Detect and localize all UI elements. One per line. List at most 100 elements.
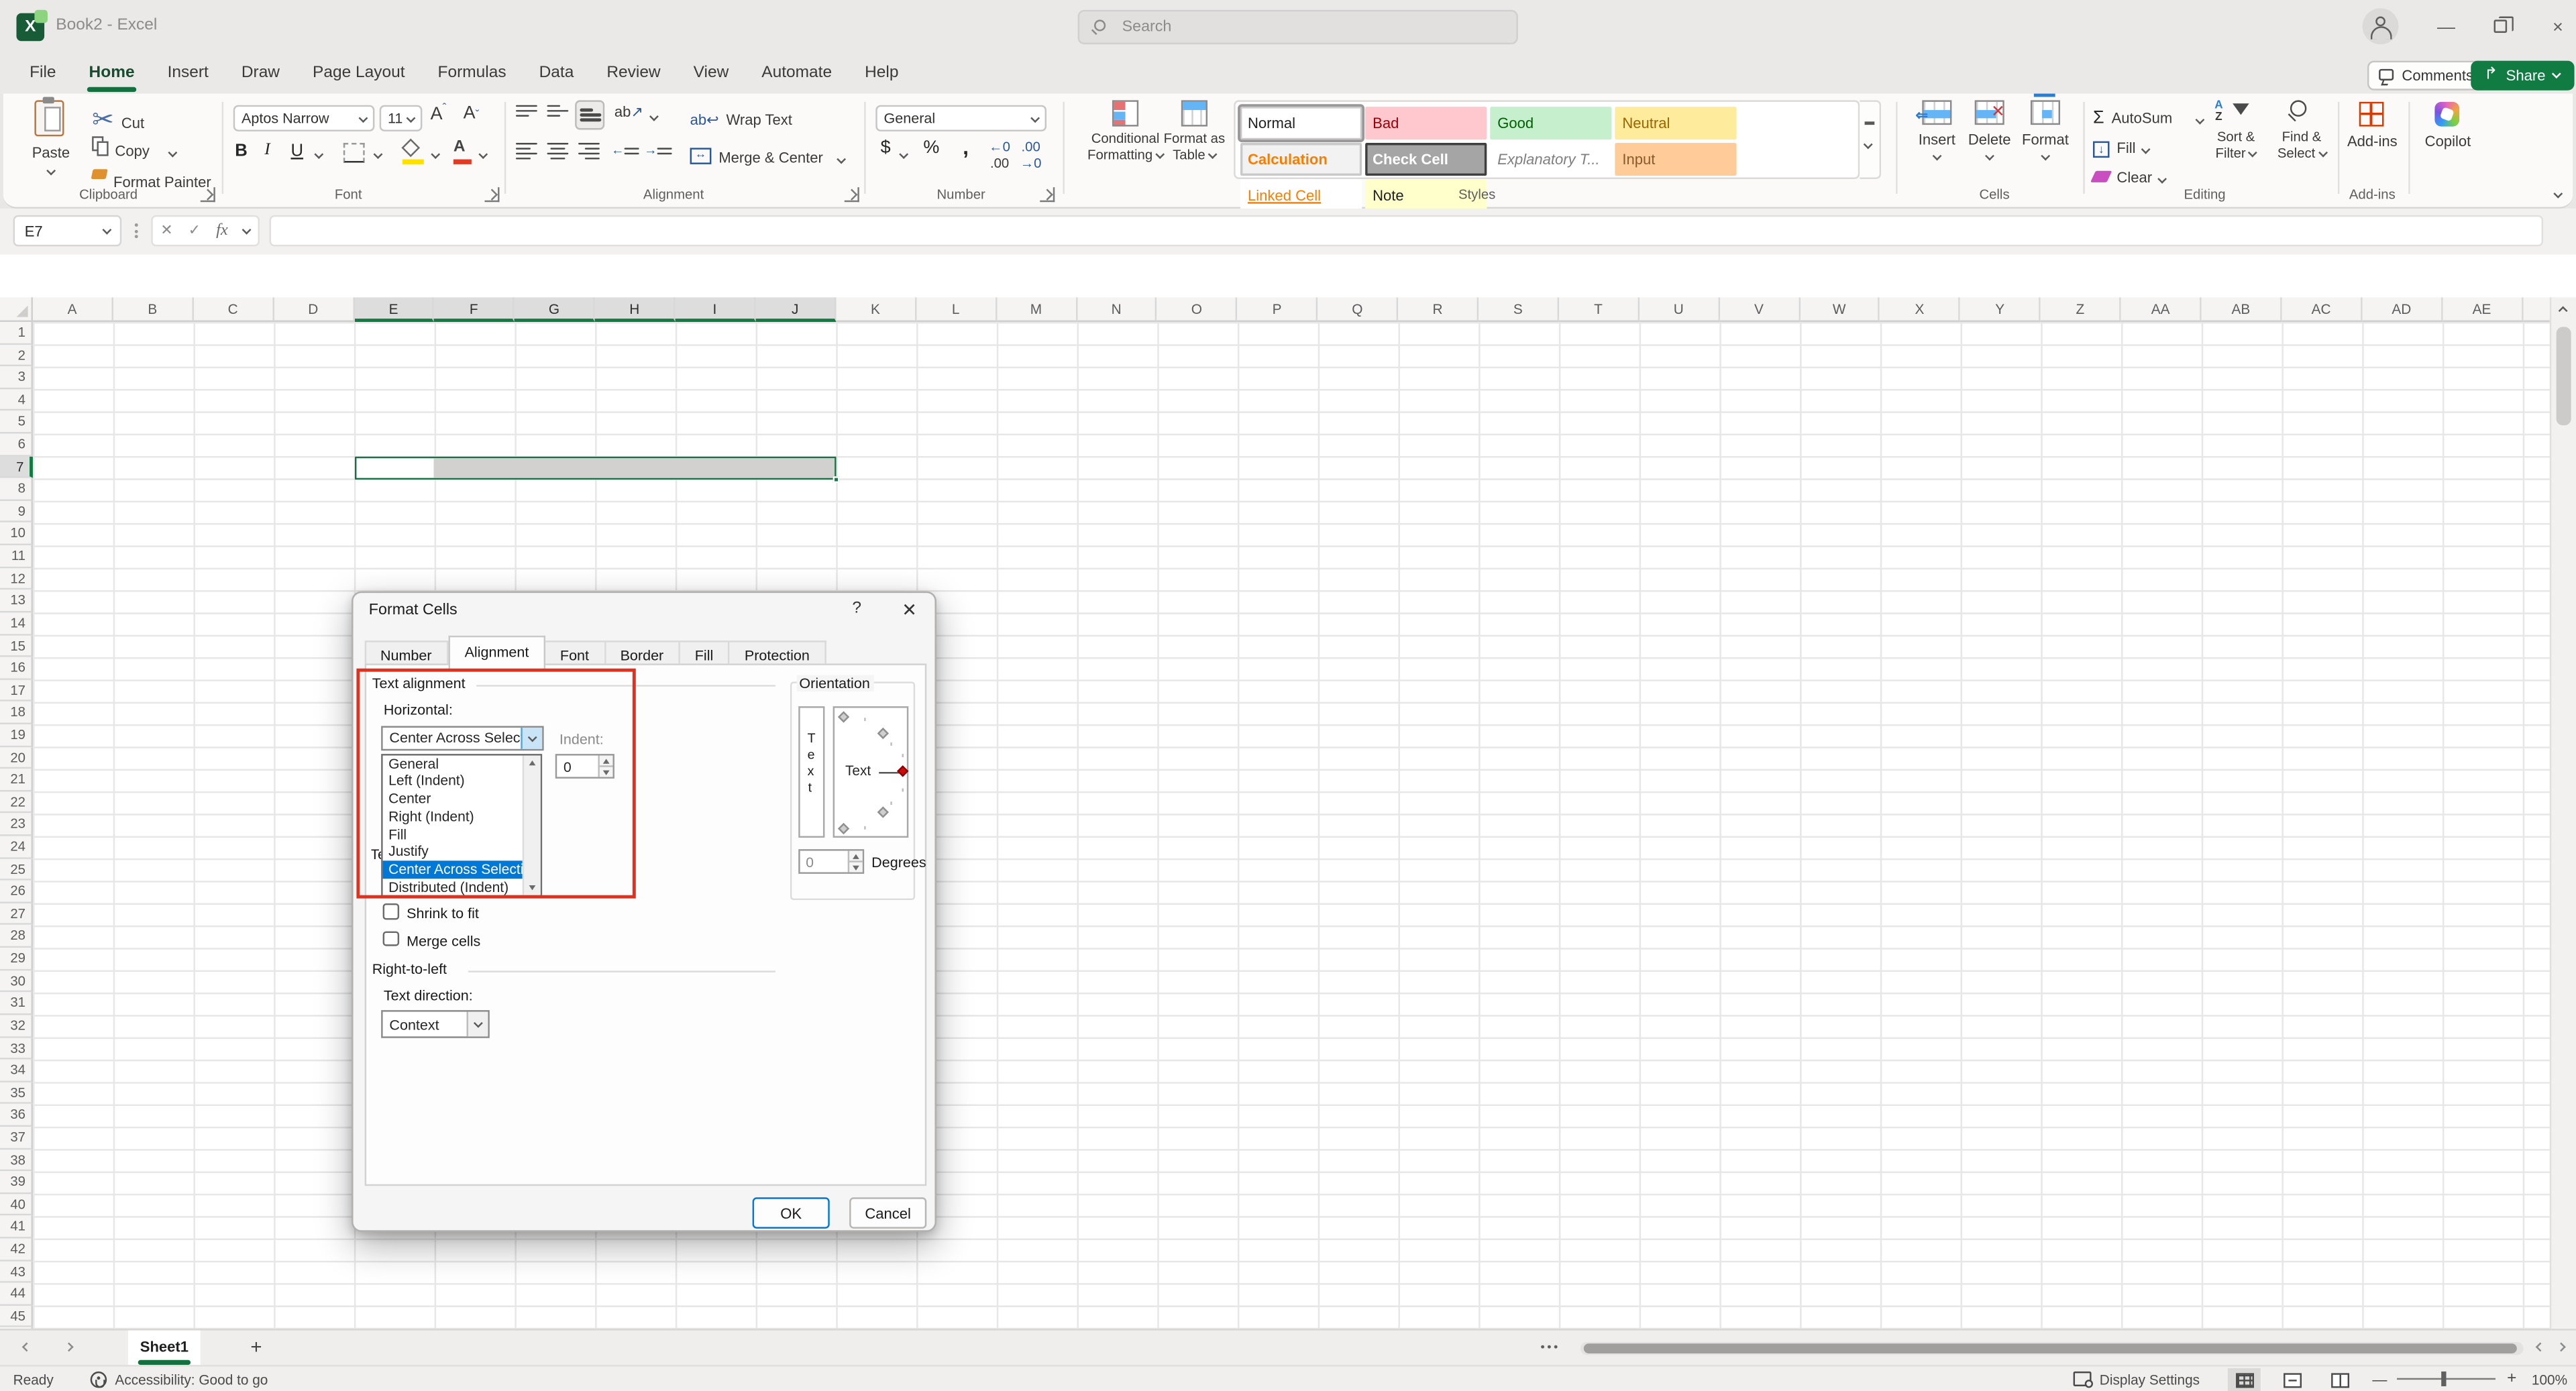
accounting-format-button[interactable]: $ bbox=[881, 138, 891, 158]
ribbon-tab-insert[interactable]: Insert bbox=[151, 56, 225, 93]
ribbon-tab-help[interactable]: Help bbox=[849, 56, 915, 93]
row-header-4[interactable]: 4 bbox=[0, 389, 33, 411]
formula-bar-splitter[interactable] bbox=[135, 223, 138, 238]
dropdown-option-general[interactable]: General bbox=[383, 755, 523, 772]
fill-color-chevron-icon[interactable] bbox=[431, 150, 441, 160]
column-header-T[interactable]: T bbox=[1559, 297, 1640, 322]
row-header-28[interactable]: 28 bbox=[0, 926, 33, 948]
zoom-out-button[interactable]: — bbox=[2372, 1372, 2387, 1388]
dial-marker-icon[interactable] bbox=[876, 728, 888, 739]
dial-marker-icon[interactable] bbox=[837, 711, 849, 722]
dial-marker-icon[interactable] bbox=[837, 823, 849, 834]
column-header-L[interactable]: L bbox=[916, 297, 997, 322]
dropdown-scrollbar[interactable] bbox=[523, 755, 541, 894]
cell-style-check-cell[interactable]: Check Cell bbox=[1364, 142, 1486, 175]
column-header-E[interactable]: E bbox=[354, 297, 435, 322]
font-dialog-launcher[interactable] bbox=[484, 187, 499, 202]
column-header-J[interactable]: J bbox=[756, 297, 837, 322]
spin-up-button[interactable] bbox=[847, 851, 861, 861]
row-header-26[interactable]: 26 bbox=[0, 881, 33, 903]
styles-gallery-more-button[interactable] bbox=[1860, 100, 1881, 179]
horizontal-combo[interactable]: Center Across Selection bbox=[381, 725, 543, 750]
number-dialog-launcher[interactable] bbox=[1040, 187, 1055, 202]
decrease-indent-button[interactable]: ← bbox=[611, 143, 639, 158]
alignment-dialog-launcher[interactable] bbox=[845, 187, 859, 202]
copy-button[interactable]: Copy bbox=[92, 135, 177, 164]
row-header-13[interactable]: 13 bbox=[0, 590, 33, 612]
cell-style-bad[interactable]: Bad bbox=[1364, 106, 1486, 139]
row-header-34[interactable]: 34 bbox=[0, 1060, 33, 1082]
orientation-chevron-icon[interactable] bbox=[649, 112, 659, 122]
text-direction-combo[interactable]: Context bbox=[381, 1010, 490, 1038]
row-header-29[interactable]: 29 bbox=[0, 948, 33, 970]
align-bottom-button[interactable] bbox=[575, 100, 604, 129]
row-header-44[interactable]: 44 bbox=[0, 1283, 33, 1305]
search-input[interactable]: Search bbox=[1078, 10, 1518, 44]
column-header-AE[interactable]: AE bbox=[2443, 297, 2523, 322]
column-header-V[interactable]: V bbox=[1719, 297, 1800, 322]
scroll-left-icon[interactable] bbox=[2535, 1342, 2545, 1352]
row-header-11[interactable]: 11 bbox=[0, 545, 33, 567]
row-header-38[interactable]: 38 bbox=[0, 1149, 33, 1171]
scroll-right-icon[interactable] bbox=[2557, 1342, 2567, 1352]
new-sheet-button[interactable]: + bbox=[243, 1335, 269, 1361]
row-header-1[interactable]: 1 bbox=[0, 322, 33, 344]
increase-indent-button[interactable]: → bbox=[644, 143, 672, 158]
row-header-25[interactable]: 25 bbox=[0, 858, 33, 881]
select-all-corner[interactable] bbox=[0, 297, 33, 322]
column-header-X[interactable]: X bbox=[1880, 297, 1961, 322]
dropdown-option-right-indent-[interactable]: Right (Indent) bbox=[383, 808, 523, 826]
row-header-18[interactable]: 18 bbox=[0, 702, 33, 724]
combo-open-button[interactable] bbox=[521, 727, 542, 749]
row-header-2[interactable]: 2 bbox=[0, 344, 33, 366]
dialog-help-button[interactable]: ? bbox=[845, 600, 868, 618]
normal-view-button[interactable] bbox=[2228, 1368, 2261, 1391]
comma-style-button[interactable]: , bbox=[963, 135, 969, 160]
row-header-15[interactable]: 15 bbox=[0, 635, 33, 657]
insert-function-icon[interactable]: fx bbox=[216, 222, 228, 240]
column-header-G[interactable]: G bbox=[515, 297, 595, 322]
cancel-button[interactable]: Cancel bbox=[849, 1197, 926, 1229]
sheet-options-dots[interactable] bbox=[1541, 1345, 1564, 1349]
column-header-Q[interactable]: Q bbox=[1318, 297, 1399, 322]
cell-style-good[interactable]: Good bbox=[1489, 106, 1611, 139]
row-header-9[interactable]: 9 bbox=[0, 501, 33, 523]
dropdown-option-center[interactable]: Center bbox=[383, 790, 523, 808]
row-header-43[interactable]: 43 bbox=[0, 1261, 33, 1283]
align-center-button[interactable] bbox=[547, 143, 569, 160]
share-button[interactable]: ↱ Share bbox=[2471, 60, 2573, 89]
column-header-B[interactable]: B bbox=[113, 297, 194, 322]
font-name-combo[interactable]: Aptos Narrow bbox=[233, 105, 375, 131]
formula-input[interactable] bbox=[270, 215, 2543, 247]
percent-style-button[interactable]: % bbox=[923, 138, 939, 158]
column-header-H[interactable]: H bbox=[595, 297, 676, 322]
horizontal-scroll-thumb[interactable] bbox=[1584, 1343, 2517, 1353]
cell-style-explanatory-t-[interactable]: Explanatory T... bbox=[1489, 142, 1611, 175]
row-header-7[interactable]: 7 bbox=[0, 456, 33, 478]
row-header-31[interactable]: 31 bbox=[0, 993, 33, 1015]
ribbon-tab-file[interactable]: File bbox=[13, 56, 72, 93]
dial-pointer-icon[interactable] bbox=[896, 765, 908, 777]
zoom-level[interactable]: 100% bbox=[2532, 1372, 2567, 1388]
ribbon-tab-page-layout[interactable]: Page Layout bbox=[297, 56, 422, 93]
dial-marker-icon[interactable] bbox=[876, 806, 888, 818]
underline-button[interactable]: U bbox=[290, 142, 303, 161]
cut-button[interactable]: ✂ Cut bbox=[92, 103, 144, 136]
combo-open-button[interactable] bbox=[467, 1012, 488, 1037]
zoom-slider-thumb[interactable] bbox=[2441, 1372, 2446, 1386]
row-header-42[interactable]: 42 bbox=[0, 1238, 33, 1260]
column-header-AC[interactable]: AC bbox=[2282, 297, 2362, 322]
borders-chevron-icon[interactable] bbox=[373, 150, 383, 160]
row-header-37[interactable]: 37 bbox=[0, 1127, 33, 1149]
zoom-in-button[interactable]: + bbox=[2507, 1370, 2516, 1388]
scroll-up-icon[interactable] bbox=[2558, 306, 2568, 316]
row-header-17[interactable]: 17 bbox=[0, 679, 33, 702]
ribbon-tab-formulas[interactable]: Formulas bbox=[421, 56, 523, 93]
fill-handle[interactable] bbox=[833, 476, 840, 484]
dialog-close-button[interactable]: ✕ bbox=[898, 600, 920, 621]
confirm-entry-icon[interactable]: ✓ bbox=[189, 222, 201, 240]
font-color-button[interactable]: A bbox=[453, 138, 466, 156]
column-header-P[interactable]: P bbox=[1238, 297, 1318, 322]
column-header-AA[interactable]: AA bbox=[2121, 297, 2202, 322]
paste-button[interactable]: Paste bbox=[19, 99, 82, 184]
